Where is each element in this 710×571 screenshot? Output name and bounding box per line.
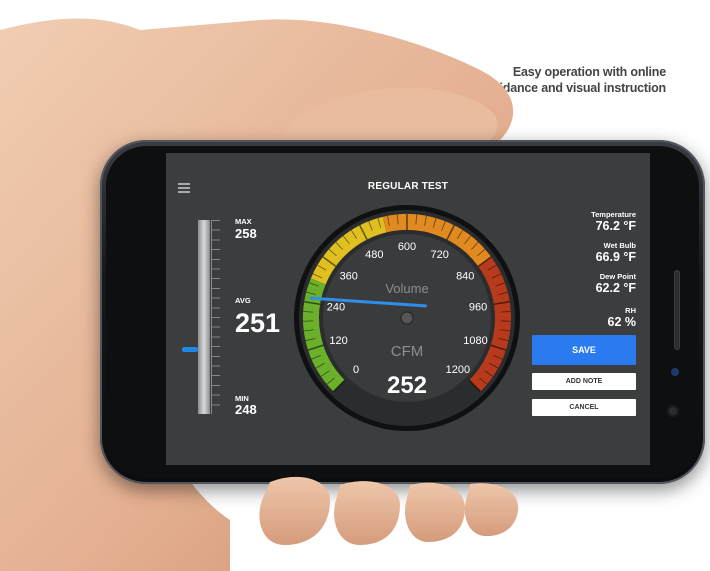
avg-label: AVG	[235, 296, 251, 305]
wet-bulb-label: Wet Bulb	[603, 241, 636, 250]
gauge-scale-label: 720	[431, 249, 449, 261]
dew-point-label: Dew Point	[599, 272, 636, 281]
level-bar	[198, 220, 210, 414]
level-bar-scale	[211, 220, 220, 414]
wet-bulb-value: 66.9 °F	[595, 250, 636, 264]
gauge-quantity-label: Volume	[385, 281, 428, 296]
gauge-scale-label: 360	[340, 271, 358, 283]
level-bar-marker	[182, 347, 198, 352]
gauge-scale-label: 240	[327, 302, 345, 314]
gauge-scale-label: 120	[329, 335, 347, 347]
add-note-button[interactable]: ADD NOTE	[532, 373, 636, 390]
temperature-label: Temperature	[591, 210, 636, 219]
gauge-scale-label: 960	[469, 302, 487, 314]
gauge-hub	[400, 311, 414, 325]
max-value: 258	[235, 226, 257, 241]
sensor-dot	[671, 368, 679, 376]
gauge-scale-label: 1200	[446, 364, 470, 376]
gauge-scale-label: 0	[353, 364, 359, 376]
camera-lens	[667, 405, 679, 417]
avg-value: 251	[235, 308, 281, 338]
max-label: MAX	[235, 217, 252, 226]
rh-label: RH	[625, 306, 636, 315]
volume-gauge: 0 120 240 360 480 600 720 840 960 1080 1200 Volume…	[294, 205, 520, 431]
app-screen: REGULAR TEST MAX 258 AVG 251 MIN 248 0 12…	[166, 153, 650, 465]
gauge-unit-label: CFM	[391, 343, 424, 360]
min-value: 248	[235, 402, 257, 417]
cancel-button[interactable]: CANCEL	[532, 399, 636, 416]
gauge-scale-label: 1080	[463, 335, 487, 347]
dew-point-value: 62.2 °F	[595, 281, 636, 295]
temperature-value: 76.2 °F	[595, 219, 636, 233]
screen-title: REGULAR TEST	[367, 181, 449, 192]
gauge-scale-label: 840	[456, 271, 474, 283]
gauge-scale-label: 600	[398, 241, 416, 253]
speaker-grille	[674, 270, 680, 350]
save-button[interactable]: SAVE	[532, 335, 636, 365]
gauge-value: 252	[387, 372, 427, 399]
rh-value: 62 %	[607, 315, 637, 329]
gauge-scale-label: 480	[365, 249, 383, 261]
